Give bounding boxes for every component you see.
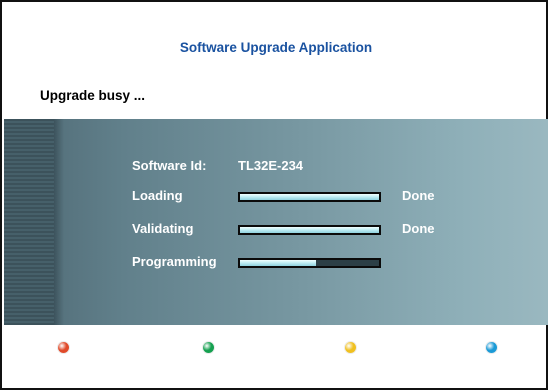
panel-stripe-shadow	[54, 119, 64, 325]
yellow-key-button[interactable]	[345, 342, 356, 353]
step-label: Programming	[132, 254, 217, 269]
progress-bar	[238, 225, 381, 235]
progress-bar-fill	[240, 194, 379, 200]
app-title: Software Upgrade Application	[179, 40, 373, 55]
step-status: Done	[402, 188, 435, 203]
progress-bar	[238, 192, 381, 202]
progress-bar	[238, 258, 381, 268]
upgrade-status-text: Upgrade busy ...	[40, 88, 146, 103]
software-id-value: TL32E-234	[238, 158, 304, 173]
upgrade-screen: Software Upgrade Application Upgrade bus…	[0, 0, 548, 390]
software-id-label: Software Id:	[132, 158, 207, 173]
progress-bar-fill	[240, 260, 317, 266]
blue-key-button[interactable]	[486, 342, 497, 353]
step-label: Validating	[132, 221, 194, 236]
panel-decorative-stripe	[4, 119, 54, 325]
green-key-button[interactable]	[203, 342, 214, 353]
step-label: Loading	[132, 188, 183, 203]
progress-bar-fill	[240, 227, 379, 233]
step-status: Done	[402, 221, 435, 236]
red-key-button[interactable]	[58, 342, 69, 353]
progress-panel: Software Id: TL32E-234 Loading Done Vali…	[4, 119, 548, 325]
